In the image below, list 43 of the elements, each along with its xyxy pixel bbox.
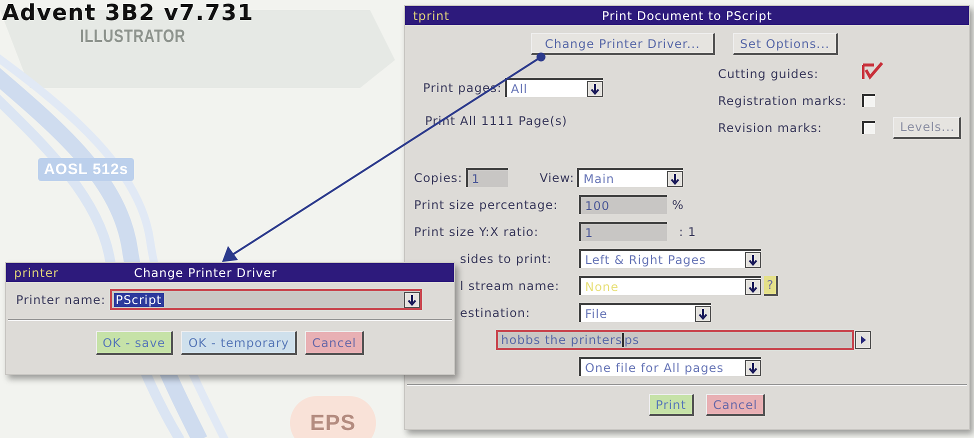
dialog-button[interactable]: Cancel [706, 394, 766, 416]
field-label: View: [540, 170, 574, 184]
checkbox[interactable] [862, 60, 886, 80]
view-dropdown[interactable]: Main [577, 168, 684, 187]
option-label: Revision marks: [718, 120, 824, 134]
app-name: printer [14, 266, 60, 280]
diagram-label: AOSL 512s [38, 158, 134, 181]
sides-dropdown[interactable]: Left & Right Pages [579, 249, 761, 268]
dialog-button[interactable]: Set Options... [733, 33, 838, 55]
unit-label: % [672, 198, 684, 212]
ratio-field[interactable]: 1 [579, 222, 667, 241]
dialog-button[interactable]: OK - save [96, 331, 174, 355]
option-label: Registration marks: [718, 94, 848, 108]
diagram-label: ILLUSTRATOR [80, 26, 186, 47]
field-label: l stream name: [459, 278, 560, 292]
field-label: Printer name: [16, 292, 106, 306]
copies-field[interactable]: 1 [466, 168, 508, 187]
option-label: Cutting guides: [718, 66, 820, 80]
file-path-field[interactable]: hobbs the printers ps [496, 330, 854, 350]
printer-name-dropdown[interactable]: PScript [110, 289, 422, 310]
checkbox[interactable] [862, 121, 875, 134]
file-mode-dropdown[interactable]: One file for All pages [579, 357, 761, 376]
field-label: Copies: [414, 170, 463, 184]
dialog-button[interactable]: Cancel [305, 331, 364, 355]
field-label: Print size Y:X ratio: [414, 224, 540, 238]
window-title: Print Document to PScript [600, 8, 774, 22]
field-label: Print size percentage: [414, 198, 560, 212]
dialog-button[interactable]: OK - temporary [181, 331, 298, 355]
dialog-button[interactable]: Change Printer Driver... [531, 33, 715, 55]
field-label: estination: [459, 306, 532, 320]
destination-dropdown[interactable]: File [579, 303, 711, 322]
printer-name-value: PScript [114, 292, 164, 306]
unit-label: : 1 [679, 224, 696, 238]
page-heading: Advent 3B2 v7.731 [2, 1, 254, 28]
checkbox[interactable] [862, 94, 875, 107]
print-pages-dropdown[interactable]: All [504, 78, 603, 97]
percentage-field[interactable]: 100 [579, 195, 667, 214]
diagram-label: EPS [290, 396, 376, 438]
help-button[interactable]: ? [764, 276, 778, 296]
field-label: sides to print: [459, 252, 553, 266]
app-name: tprint [413, 8, 451, 22]
dialog-button[interactable]: Print [648, 394, 694, 416]
window-title: Change Printer Driver [134, 266, 278, 280]
